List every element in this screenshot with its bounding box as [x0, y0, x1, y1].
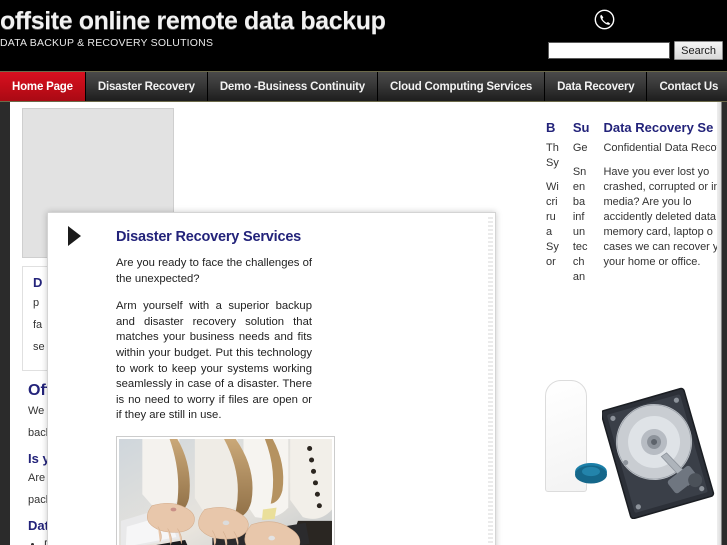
right-a-line-4: cri: [546, 196, 558, 208]
right-b-line-3: en: [572, 181, 586, 193]
search-input[interactable]: [548, 42, 671, 59]
left-gutter-cap: [0, 102, 10, 130]
overlay-paragraph-2: Arm yourself with a superior backup and …: [116, 300, 312, 422]
hard-drive-photo: [602, 387, 715, 519]
right-b-line-8: ch: [572, 256, 585, 268]
content-area: D p fa se Off We a backu Is yo Are y pac…: [0, 102, 727, 545]
right-a-line-3: Wi: [546, 181, 559, 193]
right-subcol-c: Data Recovery Se Confidential Data Recov…: [603, 120, 717, 292]
nav-item-home-page[interactable]: Home Page: [0, 72, 86, 101]
nav-item-data-recovery[interactable]: Data Recovery: [545, 72, 648, 101]
right-c-line-4: accidently deleted data: [603, 211, 716, 223]
right-c-line-7: your home or office.: [603, 256, 701, 268]
search-button[interactable]: Search: [674, 41, 723, 60]
nav-item-demo-business-continuity[interactable]: Demo -Business Continuity: [208, 72, 378, 101]
header-right-block: 847-763-0763 Search: [493, 6, 723, 60]
phone-row: 847-763-0763: [493, 6, 723, 32]
overlay-header: Disaster Recovery Services: [116, 229, 471, 245]
phone-circle-icon: [594, 9, 615, 30]
right-b-line-9: an: [572, 271, 586, 283]
search-row: Search: [493, 41, 723, 60]
right-c-line-1: Have you ever lost yo: [603, 166, 710, 178]
people-typing-on-laptops-photo: [116, 435, 335, 545]
nav-item-disaster-recovery[interactable]: Disaster Recovery: [86, 72, 208, 101]
right-subcol-a: B Th Sy Wi cri ru a Sy or: [546, 120, 559, 292]
brand-subtitle: DATA BACKUP & RECOVERY SOLUTIONS: [0, 37, 214, 49]
right-a-line-1: Th: [546, 142, 559, 154]
right-b-line-7: tec: [572, 241, 588, 253]
right-page-gutter: [717, 102, 727, 545]
right-subcol-a-heading: B: [546, 120, 556, 135]
right-b-line-4: ba: [572, 196, 586, 208]
brand-title: offsite online remote data backup: [0, 7, 386, 35]
right-a-line-8: or: [546, 256, 556, 268]
nav-item-cloud-computing-services[interactable]: Cloud Computing Services: [378, 72, 546, 101]
right-subcol-c-heading: Data Recovery Se: [603, 120, 714, 135]
right-b-line-1: Ge: [572, 142, 588, 154]
overlay-paragraph-1: Are you ready to face the challenges of …: [116, 257, 312, 285]
graphic-placeholder: [352, 102, 502, 106]
right-a-line-6: a: [546, 226, 553, 238]
right-b-line-2: Sn: [572, 166, 587, 178]
brand-block[interactable]: offsite online remote data backup DATA B…: [0, 6, 386, 50]
overlay-title: Disaster Recovery Services: [116, 229, 302, 245]
right-c-line-3: media? Are you lo: [603, 196, 692, 208]
right-a-line-2: Sy: [546, 157, 559, 169]
right-c-lead: Confidential Data Recov: [603, 142, 717, 154]
nav-item-contact-us[interactable]: Contact Us: [647, 72, 727, 101]
right-c-line-2: crashed, corrupted or in: [603, 181, 717, 193]
right-subcol-b-heading: Su: [572, 120, 590, 135]
overlay-scrollbar[interactable]: [488, 215, 493, 545]
play-arrow-icon[interactable]: [66, 225, 82, 247]
right-a-line-5: ru: [546, 211, 556, 223]
main-navigation: Home Page Disaster Recovery Demo -Busine…: [0, 71, 727, 102]
page-root: offsite online remote data backup DATA B…: [0, 0, 727, 545]
site-header: offsite online remote data backup DATA B…: [0, 0, 727, 71]
right-b-line-5: inf: [572, 211, 585, 223]
right-subcol-b: Su Ge Sn en ba inf un tec ch an: [573, 120, 590, 292]
right-a-line-7: Sy: [546, 241, 559, 253]
right-three-columns: B Th Sy Wi cri ru a Sy or Su Ge Sn en ba…: [514, 102, 717, 292]
lightbox-overlay-panel[interactable]: Disaster Recovery Services Are you ready…: [47, 212, 496, 545]
phone-number: 847-763-0763: [623, 10, 723, 27]
right-c-line-6: cases we can recover yo: [603, 241, 717, 253]
overlay-body: Are you ready to face the challenges of …: [116, 256, 312, 424]
right-c-line-5: memory card, laptop o: [603, 226, 713, 238]
right-b-line-6: un: [572, 226, 586, 238]
